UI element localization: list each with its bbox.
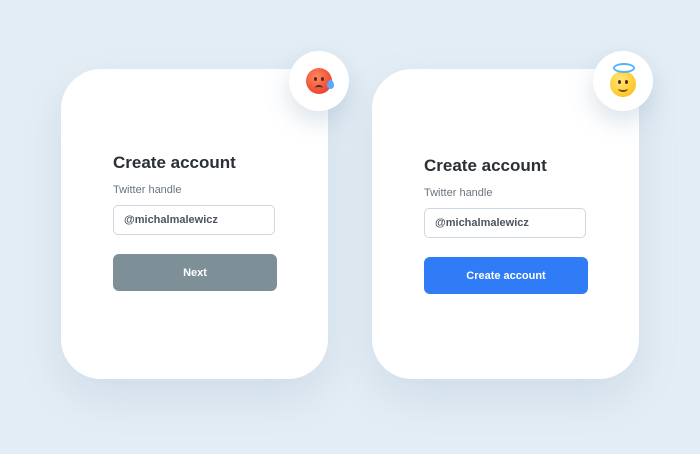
twitter-handle-input[interactable]: @michalmalewicz <box>113 205 275 235</box>
comparison-stage: Create account Twitter handle @michalmal… <box>0 0 700 454</box>
twitter-handle-input[interactable]: @michalmalewicz <box>424 208 586 238</box>
create-account-card-disabled: Create account Twitter handle @michalmal… <box>61 69 328 379</box>
hot-face-sweat-icon <box>306 68 334 94</box>
emoji-badge-left <box>289 51 349 111</box>
smiling-halo-icon <box>610 63 636 97</box>
card-title: Create account <box>424 156 547 175</box>
twitter-handle-value: @michalmalewicz <box>124 214 218 226</box>
twitter-handle-label: Twitter handle <box>424 187 493 199</box>
twitter-handle-value: @michalmalewicz <box>435 217 529 229</box>
emoji-badge-right <box>593 51 653 111</box>
create-account-button[interactable]: Create account <box>424 257 588 294</box>
create-account-card-active: Create account Twitter handle @michalmal… <box>372 69 639 379</box>
twitter-handle-label: Twitter handle <box>113 184 182 196</box>
next-button[interactable]: Next <box>113 254 277 291</box>
card-title: Create account <box>113 153 236 172</box>
